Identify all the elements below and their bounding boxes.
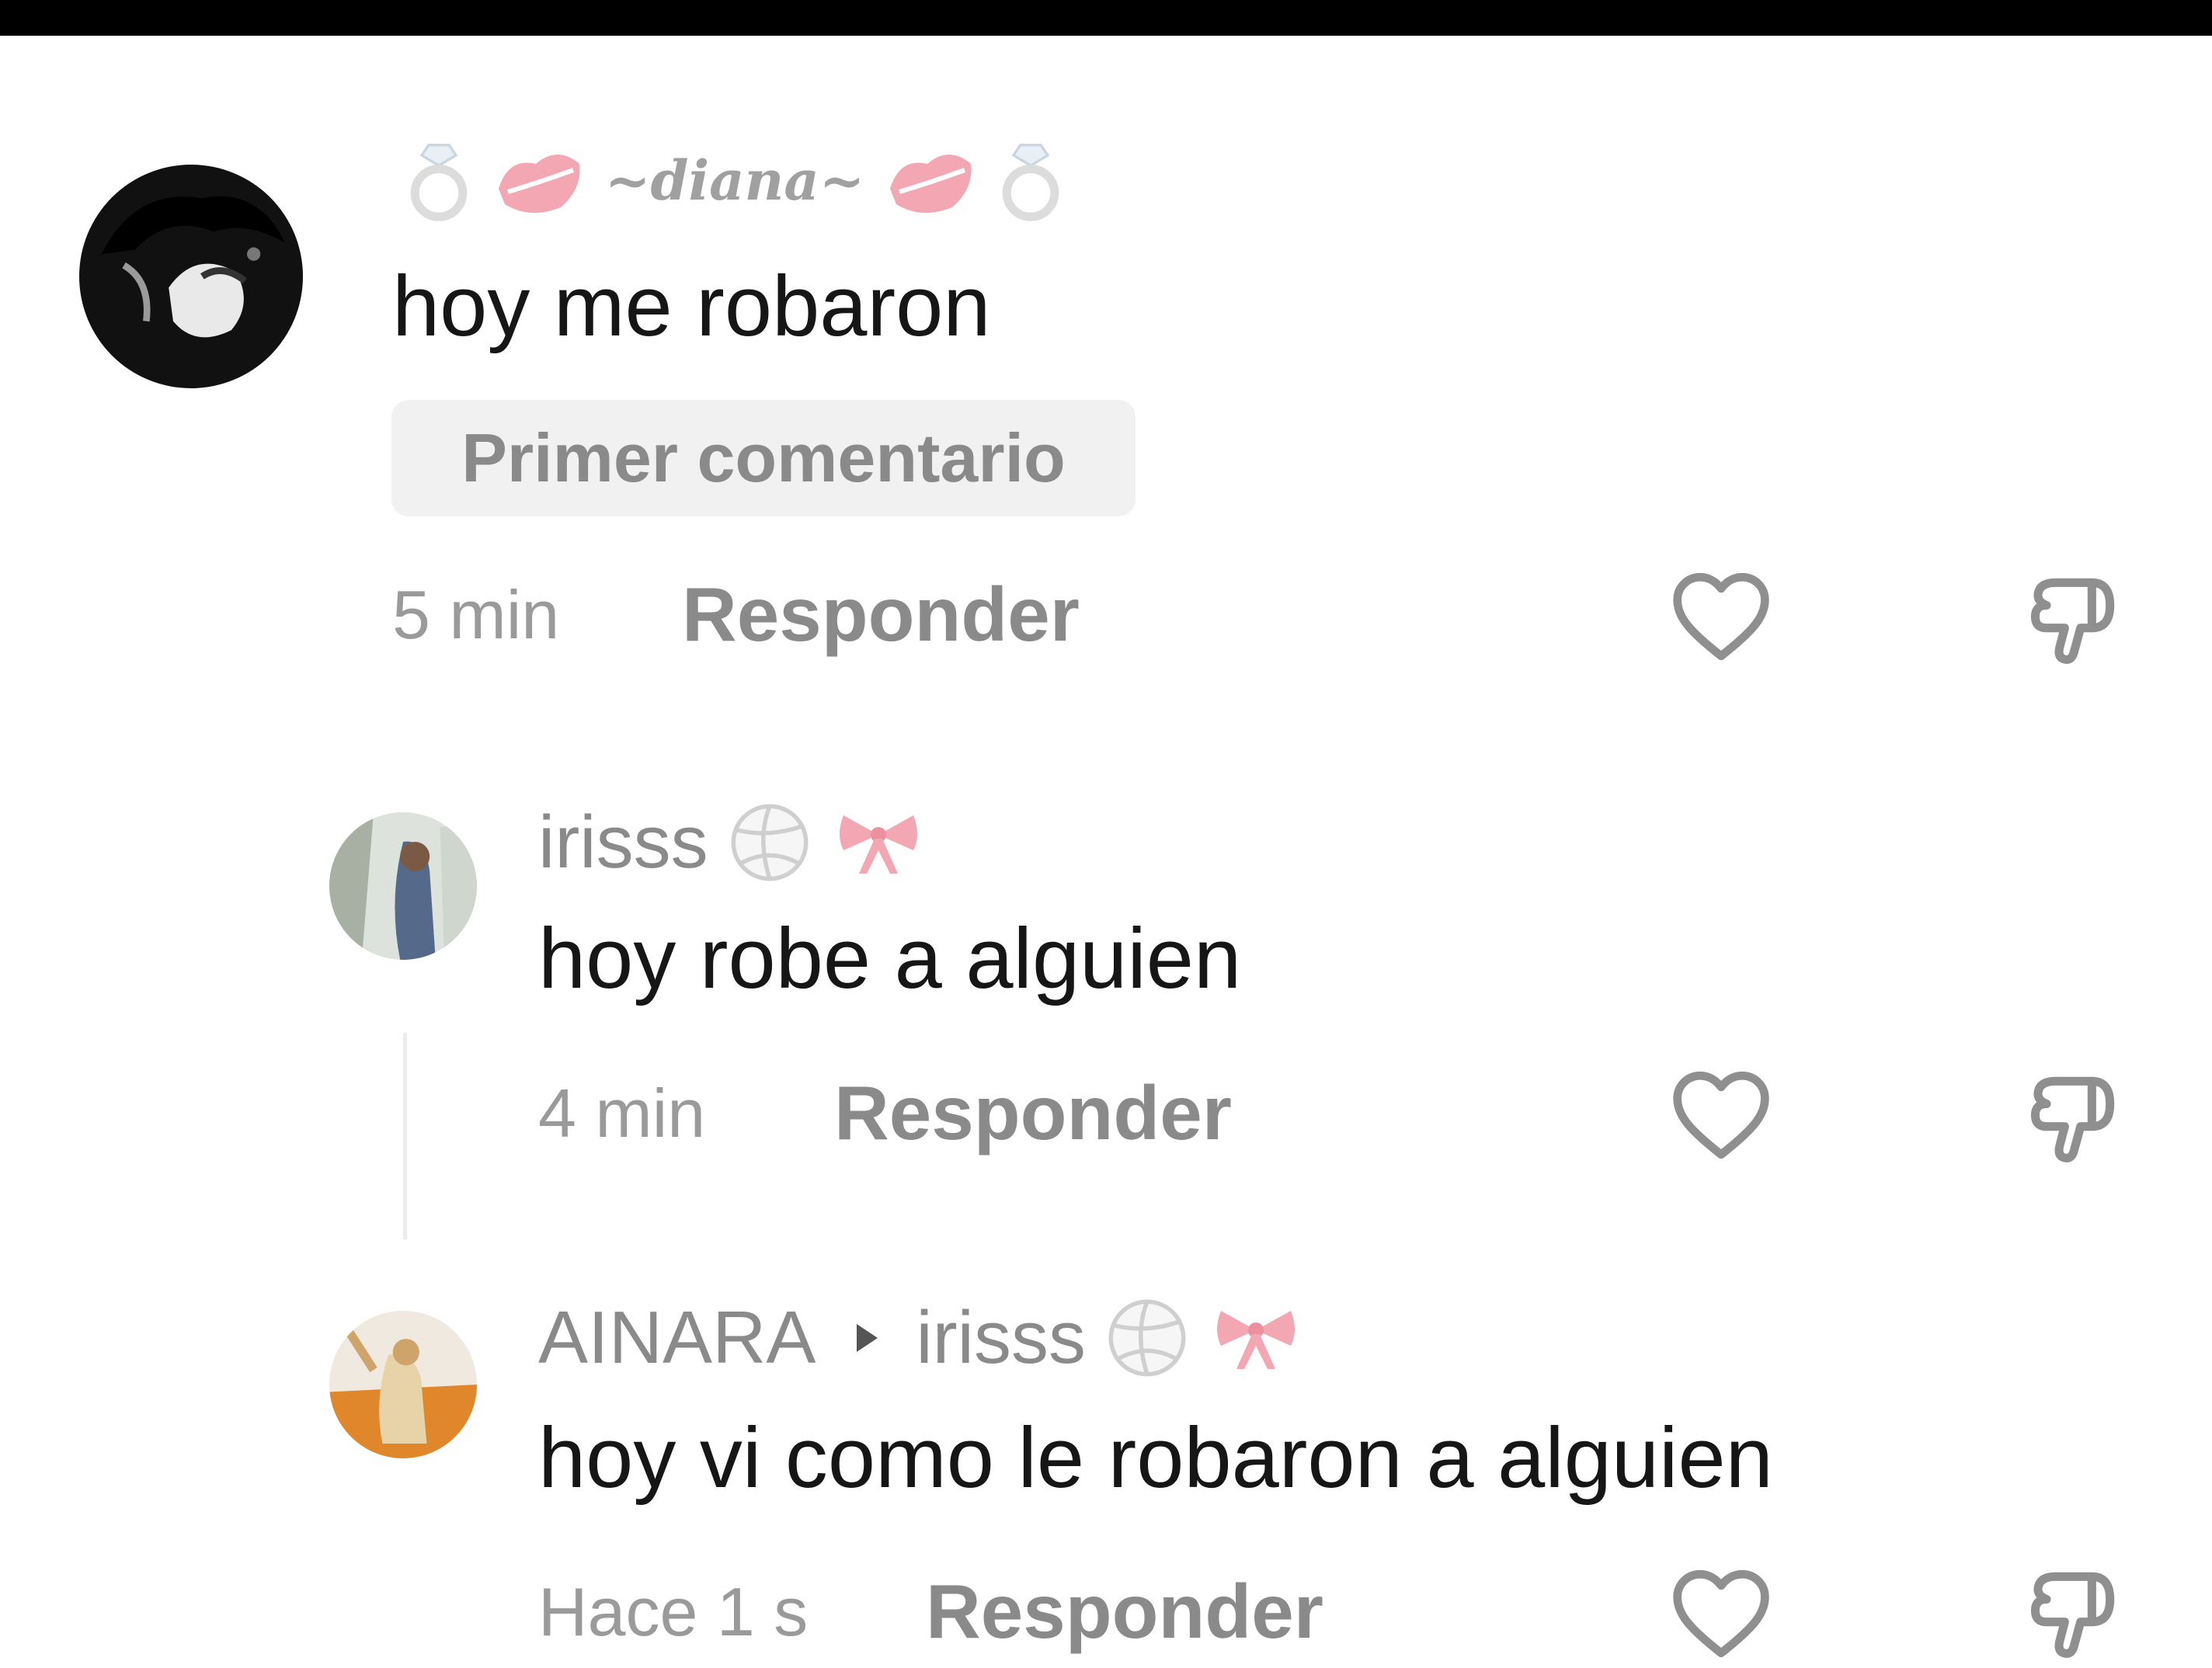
thumbs-down-icon[interactable] <box>2019 568 2128 669</box>
username-irisss-row[interactable]: irisss <box>538 800 925 885</box>
username-irisss[interactable]: irisss <box>538 801 708 884</box>
heart-icon[interactable] <box>1668 568 1774 665</box>
comment-text-irisss: hoy robe a alguien <box>538 911 1242 1006</box>
reply-to-username[interactable]: irisss <box>916 1296 1086 1379</box>
avatar-diana[interactable] <box>79 165 303 388</box>
thumbs-down-icon[interactable] <box>2019 1562 2128 1663</box>
thumbs-down-icon[interactable] <box>2019 1067 2128 1168</box>
avatar-ainara[interactable] <box>329 1311 477 1458</box>
volleyball-emoji-icon <box>731 804 809 881</box>
thread-connector-line <box>403 1033 407 1239</box>
triangle-right-icon <box>856 1324 878 1352</box>
username-diana-row[interactable]: ~diana~ <box>404 138 1066 231</box>
comment-text-diana: hoy me robaron <box>392 259 991 354</box>
username-ainara[interactable]: AINARA <box>538 1296 816 1379</box>
volleyball-emoji-icon <box>1108 1299 1186 1377</box>
username-diana[interactable]: ~diana~ <box>605 148 864 213</box>
ribbon-bow-emoji-icon <box>839 815 917 874</box>
ring-emoji-icon <box>410 144 468 221</box>
reply-button-diana[interactable]: Responder <box>682 576 1080 652</box>
comment-time-diana: 5 min <box>392 576 560 653</box>
avatar-irisss[interactable] <box>329 812 477 960</box>
top-status-bar <box>0 0 2212 36</box>
comment-text-ainara: hoy vi como le robaron a alguien <box>538 1410 1773 1506</box>
lips-emoji-icon <box>499 155 580 214</box>
comment-time-irisss: 4 min <box>538 1075 706 1152</box>
username-ainara-row[interactable]: AINARA irisss <box>538 1295 1303 1381</box>
comment-time-ainara: Hace 1 s <box>538 1573 809 1650</box>
ribbon-bow-emoji-icon <box>1216 1311 1295 1369</box>
heart-icon[interactable] <box>1668 1067 1774 1163</box>
heart-icon[interactable] <box>1668 1565 1774 1662</box>
reply-button-irisss[interactable]: Responder <box>834 1075 1232 1151</box>
reply-button-ainara[interactable]: Responder <box>926 1573 1323 1649</box>
ring-emoji-icon <box>1002 144 1059 221</box>
lips-emoji-icon <box>889 155 972 214</box>
first-comment-badge: Primer comentario <box>391 400 1136 516</box>
